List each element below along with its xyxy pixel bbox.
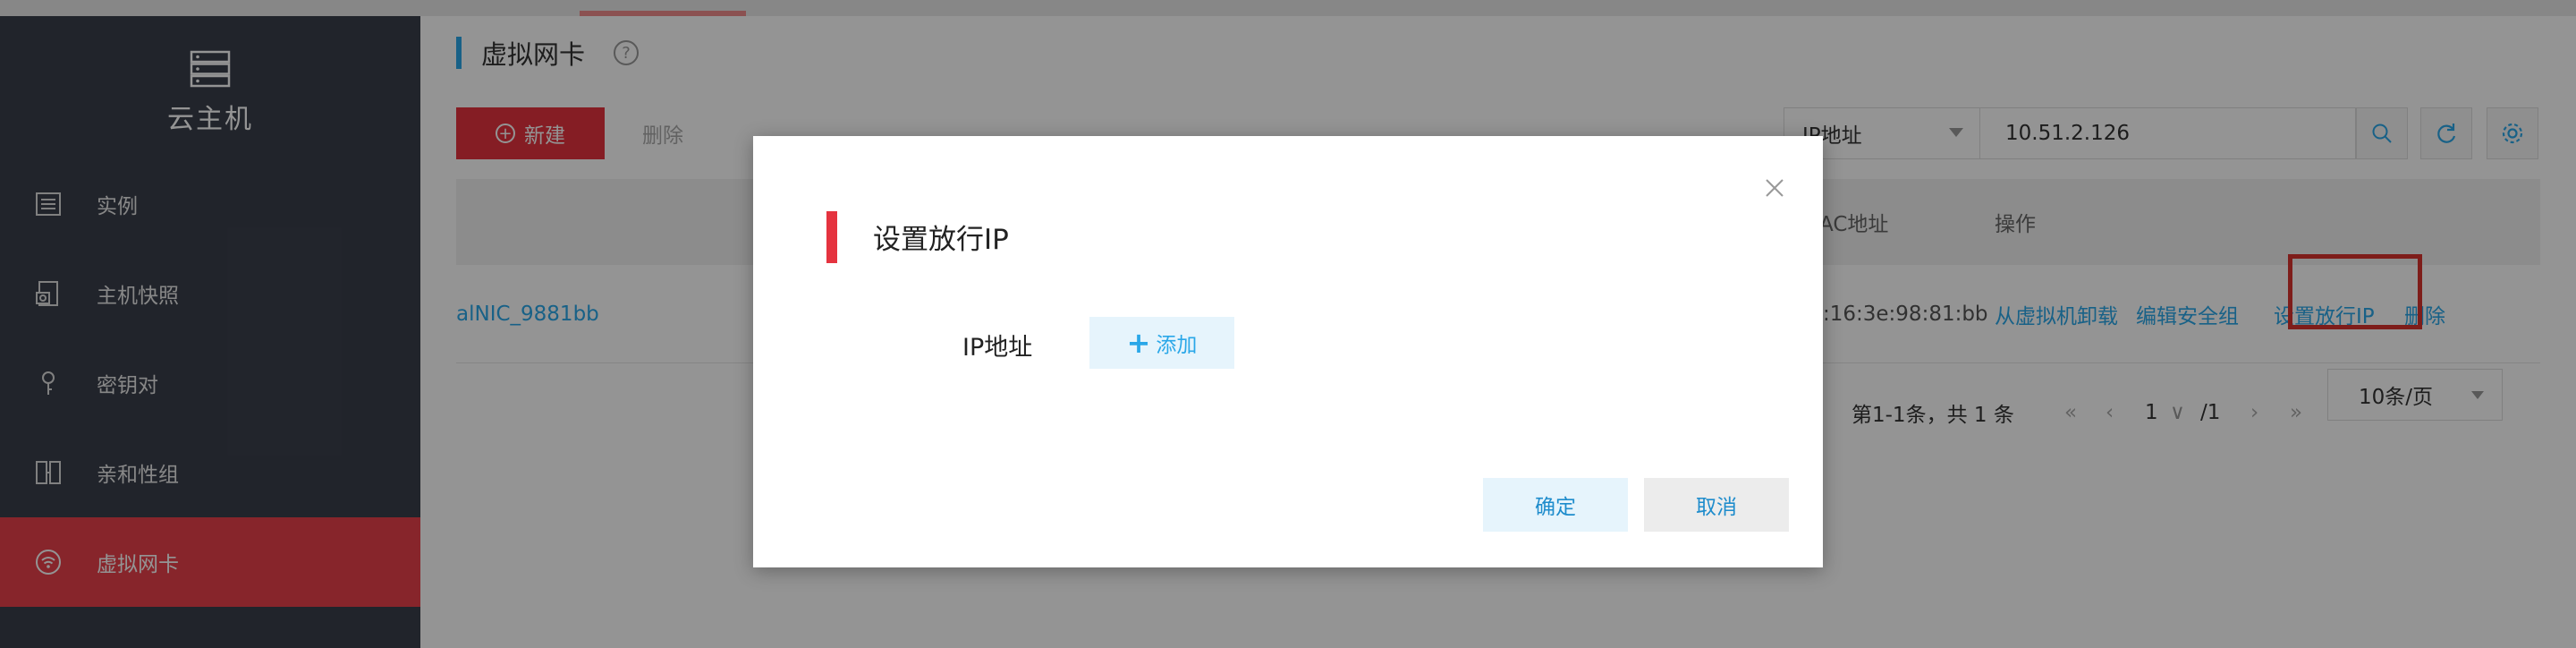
dialog-title: 设置放行IP (873, 224, 1009, 256)
plus-icon: + (1126, 326, 1151, 360)
close-icon[interactable] (1762, 175, 1787, 200)
set-allowed-ip-dialog: 设置放行IP IP地址 + 添加 确定 取消 (753, 136, 1823, 567)
add-ip-button[interactable]: + 添加 (1089, 317, 1234, 369)
dialog-title-accent (826, 211, 837, 263)
confirm-button[interactable]: 确定 (1483, 478, 1628, 532)
add-ip-label: 添加 (1156, 334, 1198, 357)
ip-address-label: IP地址 (962, 334, 1033, 362)
cancel-button[interactable]: 取消 (1644, 478, 1789, 532)
